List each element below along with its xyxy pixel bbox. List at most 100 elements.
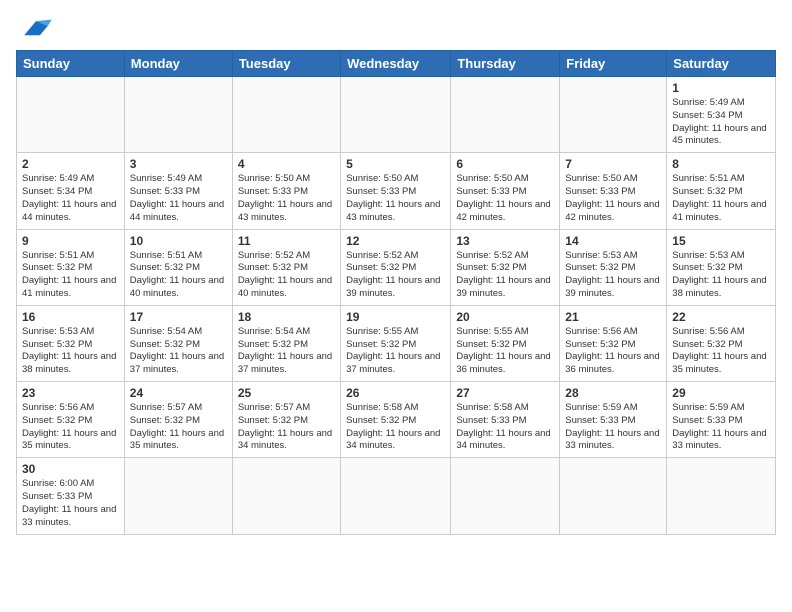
day-number: 3 [130,157,227,171]
calendar-cell: 13 Sunrise: 5:52 AM Sunset: 5:32 PM Dayli… [451,229,560,305]
day-number: 25 [238,386,335,400]
calendar-cell [560,77,667,153]
logo-area [16,16,60,40]
calendar-week-4: 16 Sunrise: 5:53 AM Sunset: 5:32 PM Dayli… [17,305,776,381]
day-number: 23 [22,386,119,400]
calendar-cell [451,77,560,153]
day-details: Sunrise: 5:52 AM Sunset: 5:32 PM Dayligh… [346,250,445,301]
calendar-cell: 16 Sunrise: 5:53 AM Sunset: 5:32 PM Dayli… [17,305,125,381]
calendar-cell: 2Sunrise: 5:49 AM Sunset: 5:34 PM Daylig… [17,153,125,229]
day-details: Sunrise: 5:53 AM Sunset: 5:32 PM Dayligh… [565,250,661,301]
day-details: Sunrise: 5:49 AM Sunset: 5:34 PM Dayligh… [22,173,119,224]
calendar-cell [667,458,776,534]
calendar-cell [341,77,451,153]
calendar-cell: 3 Sunrise: 5:49 AM Sunset: 5:33 PM Daylig… [124,153,232,229]
calendar-cell: 9 Sunrise: 5:51 AM Sunset: 5:32 PM Daylig… [17,229,125,305]
day-number: 17 [130,310,227,324]
day-number: 15 [672,234,770,248]
day-number: 29 [672,386,770,400]
calendar-cell: 15 Sunrise: 5:53 AM Sunset: 5:32 PM Dayli… [667,229,776,305]
header-day-wednesday: Wednesday [341,51,451,77]
day-details: Sunrise: 5:57 AM Sunset: 5:32 PM Dayligh… [238,402,335,453]
day-number: 12 [346,234,445,248]
calendar-cell: 22Sunrise: 5:56 AM Sunset: 5:32 PM Dayli… [667,305,776,381]
calendar-week-3: 9 Sunrise: 5:51 AM Sunset: 5:32 PM Daylig… [17,229,776,305]
day-number: 21 [565,310,661,324]
header-row: SundayMondayTuesdayWednesdayThursdayFrid… [17,51,776,77]
day-details: Sunrise: 5:51 AM Sunset: 5:32 PM Dayligh… [22,250,119,301]
header-day-saturday: Saturday [667,51,776,77]
day-details: Sunrise: 5:51 AM Sunset: 5:32 PM Dayligh… [130,250,227,301]
calendar-week-5: 23 Sunrise: 5:56 AM Sunset: 5:32 PM Dayli… [17,382,776,458]
day-number: 27 [456,386,554,400]
calendar-cell: 26Sunrise: 5:58 AM Sunset: 5:32 PM Dayli… [341,382,451,458]
day-number: 13 [456,234,554,248]
calendar-cell: 11Sunrise: 5:52 AM Sunset: 5:32 PM Dayli… [232,229,340,305]
calendar-cell: 29 Sunrise: 5:59 AM Sunset: 5:33 PM Dayli… [667,382,776,458]
day-details: Sunrise: 5:54 AM Sunset: 5:32 PM Dayligh… [238,326,335,377]
calendar-cell: 21 Sunrise: 5:56 AM Sunset: 5:32 PM Dayli… [560,305,667,381]
calendar-cell: 28Sunrise: 5:59 AM Sunset: 5:33 PM Dayli… [560,382,667,458]
day-details: Sunrise: 5:50 AM Sunset: 5:33 PM Dayligh… [346,173,445,224]
calendar-cell: 18 Sunrise: 5:54 AM Sunset: 5:32 PM Dayli… [232,305,340,381]
day-details: Sunrise: 5:51 AM Sunset: 5:32 PM Dayligh… [672,173,770,224]
calendar-cell: 12 Sunrise: 5:52 AM Sunset: 5:32 PM Dayli… [341,229,451,305]
calendar-cell: 20 Sunrise: 5:55 AM Sunset: 5:32 PM Dayli… [451,305,560,381]
day-details: Sunrise: 5:56 AM Sunset: 5:32 PM Dayligh… [565,326,661,377]
calendar-cell: 4Sunrise: 5:50 AM Sunset: 5:33 PM Daylig… [232,153,340,229]
day-number: 4 [238,157,335,171]
calendar-cell: 17Sunrise: 5:54 AM Sunset: 5:32 PM Dayli… [124,305,232,381]
day-number: 28 [565,386,661,400]
day-details: Sunrise: 5:50 AM Sunset: 5:33 PM Dayligh… [456,173,554,224]
calendar-body: 1 Sunrise: 5:49 AM Sunset: 5:34 PM Daylig… [17,77,776,535]
day-number: 20 [456,310,554,324]
calendar-cell [17,77,125,153]
day-details: Sunrise: 5:49 AM Sunset: 5:33 PM Dayligh… [130,173,227,224]
day-details: Sunrise: 5:53 AM Sunset: 5:32 PM Dayligh… [672,250,770,301]
calendar-cell: 23 Sunrise: 5:56 AM Sunset: 5:32 PM Dayli… [17,382,125,458]
day-number: 24 [130,386,227,400]
calendar-cell: 24 Sunrise: 5:57 AM Sunset: 5:32 PM Dayli… [124,382,232,458]
day-details: Sunrise: 5:57 AM Sunset: 5:32 PM Dayligh… [130,402,227,453]
day-number: 9 [22,234,119,248]
calendar-cell [124,458,232,534]
day-number: 26 [346,386,445,400]
day-details: Sunrise: 5:58 AM Sunset: 5:33 PM Dayligh… [456,402,554,453]
calendar-cell: 14 Sunrise: 5:53 AM Sunset: 5:32 PM Dayli… [560,229,667,305]
day-details: Sunrise: 5:52 AM Sunset: 5:32 PM Dayligh… [456,250,554,301]
day-number: 14 [565,234,661,248]
header-day-thursday: Thursday [451,51,560,77]
header-day-tuesday: Tuesday [232,51,340,77]
day-details: Sunrise: 5:56 AM Sunset: 5:32 PM Dayligh… [22,402,119,453]
day-number: 18 [238,310,335,324]
day-number: 5 [346,157,445,171]
day-details: Sunrise: 5:53 AM Sunset: 5:32 PM Dayligh… [22,326,119,377]
calendar-cell: 7Sunrise: 5:50 AM Sunset: 5:33 PM Daylig… [560,153,667,229]
calendar-header: SundayMondayTuesdayWednesdayThursdayFrid… [17,51,776,77]
header [16,16,776,40]
day-number: 6 [456,157,554,171]
calendar-cell: 5 Sunrise: 5:50 AM Sunset: 5:33 PM Daylig… [341,153,451,229]
calendar-cell: 1 Sunrise: 5:49 AM Sunset: 5:34 PM Daylig… [667,77,776,153]
day-number: 10 [130,234,227,248]
day-number: 1 [672,81,770,95]
day-number: 8 [672,157,770,171]
day-number: 16 [22,310,119,324]
page-container: SundayMondayTuesdayWednesdayThursdayFrid… [16,16,776,535]
day-number: 11 [238,234,335,248]
calendar-cell: 19Sunrise: 5:55 AM Sunset: 5:32 PM Dayli… [341,305,451,381]
day-number: 30 [22,462,119,476]
header-day-monday: Monday [124,51,232,77]
day-number: 19 [346,310,445,324]
calendar-cell: 10 Sunrise: 5:51 AM Sunset: 5:32 PM Dayli… [124,229,232,305]
calendar-cell: 8 Sunrise: 5:51 AM Sunset: 5:32 PM Daylig… [667,153,776,229]
day-details: Sunrise: 5:49 AM Sunset: 5:34 PM Dayligh… [672,97,770,148]
day-details: Sunrise: 5:55 AM Sunset: 5:32 PM Dayligh… [456,326,554,377]
day-details: Sunrise: 5:56 AM Sunset: 5:32 PM Dayligh… [672,326,770,377]
day-details: Sunrise: 6:00 AM Sunset: 5:33 PM Dayligh… [22,478,119,529]
logo-icon [16,18,56,40]
calendar-week-2: 2Sunrise: 5:49 AM Sunset: 5:34 PM Daylig… [17,153,776,229]
calendar-week-6: 30 Sunrise: 6:00 AM Sunset: 5:33 PM Dayli… [17,458,776,534]
calendar-cell [124,77,232,153]
day-details: Sunrise: 5:59 AM Sunset: 5:33 PM Dayligh… [672,402,770,453]
